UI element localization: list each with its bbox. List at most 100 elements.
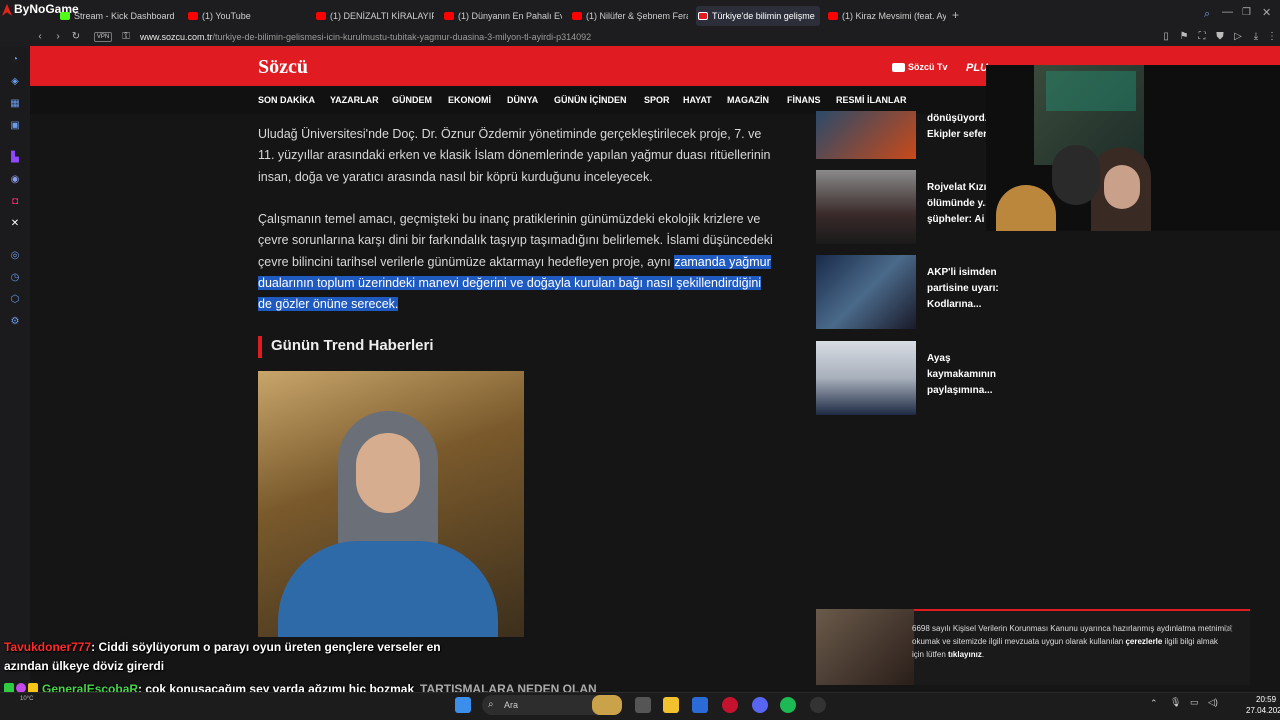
side-news-item[interactable]: AKP'li isimden partisine uyarı: Kodların… [816,255,1016,331]
history-icon[interactable]: ◷ [9,272,21,284]
obs-icon[interactable] [810,697,826,713]
discord-taskbar-icon[interactable] [752,697,768,713]
lock-icon: ⚿ [122,31,130,42]
spotify-icon[interactable] [780,697,796,713]
player-circle-icon[interactable]: ◎ [9,250,21,262]
volume-icon[interactable]: ◁) [1208,697,1218,708]
bookmark-icon[interactable]: ⚑ [1178,31,1190,43]
tab-label: (1) Nilüfer & Şebnem Ferah [586,11,688,21]
lamp-glow-shape [996,185,1056,231]
tab-denizalti[interactable]: (1) DENİZALTI KİRALAYIP [314,6,434,26]
nav-hayat[interactable]: HAYAT [683,95,712,105]
x-icon[interactable]: ✕ [9,218,21,230]
sozcu-tv-link[interactable]: Sözcü Tv [892,62,948,73]
clock-date: 27.04.2026 [1246,706,1280,715]
forward-icon[interactable]: › [52,31,64,43]
aria-icon[interactable]: ◔ [9,54,21,66]
file-explorer-icon[interactable] [663,697,679,713]
tab-label: (1) Kiraz Mevsimi (feat. Ay [842,11,946,21]
youtube-icon [188,12,198,20]
search-tabs-icon[interactable]: ⌕ [1204,8,1210,21]
cookie-close-icon[interactable]: ✕ [1224,622,1234,636]
click-here-link[interactable]: tıklayınız [948,650,982,659]
discord-icon[interactable]: ◉ [9,174,21,186]
weather-widget[interactable]: 10°C [20,696,33,702]
search-highlight-icon[interactable] [592,695,622,715]
tab-kick[interactable]: Stream - Kick Dashboard [58,6,178,26]
opera-gx-icon[interactable] [722,697,738,713]
twitch-icon[interactable]: ▙ [9,152,21,164]
tab-label: (1) Dünyanın En Pahalı Evi [458,11,562,21]
nav-dunya[interactable]: DÜNYA [507,95,538,105]
gx-corner-icon[interactable]: ◈ [9,76,21,88]
clock[interactable]: 20:59 27.04.2026 [1246,694,1280,716]
cookie-banner-thumb [816,609,914,685]
side-news-thumb [816,255,916,329]
nav-son-dakika[interactable]: SON DAKİKA [258,95,315,105]
shield-icon[interactable]: ⛊ [1214,31,1226,43]
cookie-period: . [981,650,985,659]
trend-accent-bar [258,336,262,358]
side-news-thumb [816,341,916,415]
nav-spor[interactable]: SPOR [644,95,670,105]
chat-message: Tavukdoner777: Ciddi söylüyorum o parayı… [4,638,459,676]
player-icon[interactable]: ▦ [9,98,21,110]
nav-gunun-icinden[interactable]: GÜNÜN İÇİNDEN [554,95,627,105]
network-icon[interactable]: ▭ [1190,697,1199,708]
nav-resmi-ilanlar[interactable]: RESMİ İLANLAR [836,95,907,105]
streamer-webcam [986,65,1280,231]
tab-pahali-ev[interactable]: (1) Dünyanın En Pahalı Evi [442,6,562,26]
back-icon[interactable]: ‹ [34,31,46,43]
tab-label: (1) DENİZALTI KİRALAYIP [330,11,434,21]
vpn-badge[interactable]: VPN [94,32,112,42]
sozcu-logo[interactable]: Sözcü [258,56,308,79]
play-icon[interactable]: ▷ [1232,31,1244,43]
minimize-icon[interactable]: — [1222,6,1233,18]
tab-nilufer[interactable]: (1) Nilüfer & Şebnem Ferah [570,6,688,26]
side-news-title: Ayaş kaymakamının paylaşımına... [927,353,996,396]
article-paragraph-2: Çalışmanın temel amacı, geçmişteki bu in… [258,209,778,315]
tab-label: Türkiye'de bilimin gelişme [712,11,815,21]
instagram-icon[interactable]: ◘ [9,196,21,208]
close-window-icon[interactable]: ✕ [1262,6,1271,19]
menu-icon[interactable]: ⋮ [1266,31,1278,43]
tab-youtube[interactable]: (1) YouTube [186,6,304,26]
streamer-face-shape [1104,165,1140,209]
cookies-link[interactable]: çerezlerle [1125,637,1162,646]
nav-gundem[interactable]: GÜNDEM [392,95,432,105]
extensions-icon[interactable]: ⬡ [9,294,21,306]
chat-username: Tavukdoner777 [4,640,92,654]
download-icon[interactable]: ⤓ [1250,31,1262,43]
youtube-icon [444,12,454,20]
maximize-icon[interactable]: ❐ [1242,7,1251,18]
side-news-item[interactable]: Ayaş kaymakamının paylaşımına... [816,341,1016,417]
reload-icon[interactable]: ↻ [70,31,82,43]
tab-sozcu-active[interactable]: Türkiye'de bilimin gelişme [696,6,820,26]
nav-finans[interactable]: FİNANS [787,95,821,105]
plus-link[interactable]: PLU [966,62,988,74]
task-view-icon[interactable] [635,697,651,713]
m-icon[interactable]: ▣ [9,120,21,132]
chevron-up-icon[interactable]: ⌃ [1150,698,1158,709]
start-icon[interactable] [455,697,471,713]
youtube-icon [828,12,838,20]
screenshot-icon[interactable]: ⛶ [1196,31,1208,43]
tab-kiraz[interactable]: (1) Kiraz Mevsimi (feat. Ay [826,6,946,26]
article-paragraph-1: Uludağ Üniversitesi'nde Doç. Dr. Öznur Ö… [258,127,771,184]
new-tab-icon[interactable]: + [952,8,959,22]
url-path: /turkiye-de-bilimin-gelismesi-icin-kurul… [212,32,592,42]
mic-icon[interactable]: 🎙 [1170,697,1181,708]
green-light-shape [1046,71,1136,111]
nav-ekonomi[interactable]: EKONOMİ [448,95,491,105]
next-headline-clipped[interactable]: TARTIŞMALARA NEDEN OLAN [420,682,597,692]
sidebar-toggle-icon[interactable]: ▯ [1160,31,1172,43]
nav-magazin[interactable]: MAGAZİN [727,95,769,105]
store-icon[interactable] [692,697,708,713]
youtube-icon [572,12,582,20]
brand-logo-icon [2,3,12,16]
nav-yazarlar[interactable]: YAZARLAR [330,95,379,105]
url-field[interactable]: www.sozcu.com.tr/turkiye-de-bilimin-geli… [140,30,591,44]
trend-news-photo[interactable] [258,371,524,637]
settings-icon[interactable]: ⚙ [9,316,21,328]
cookie-text: 6698 sayılı Kişisel Verilerin Korunması … [912,622,1232,661]
